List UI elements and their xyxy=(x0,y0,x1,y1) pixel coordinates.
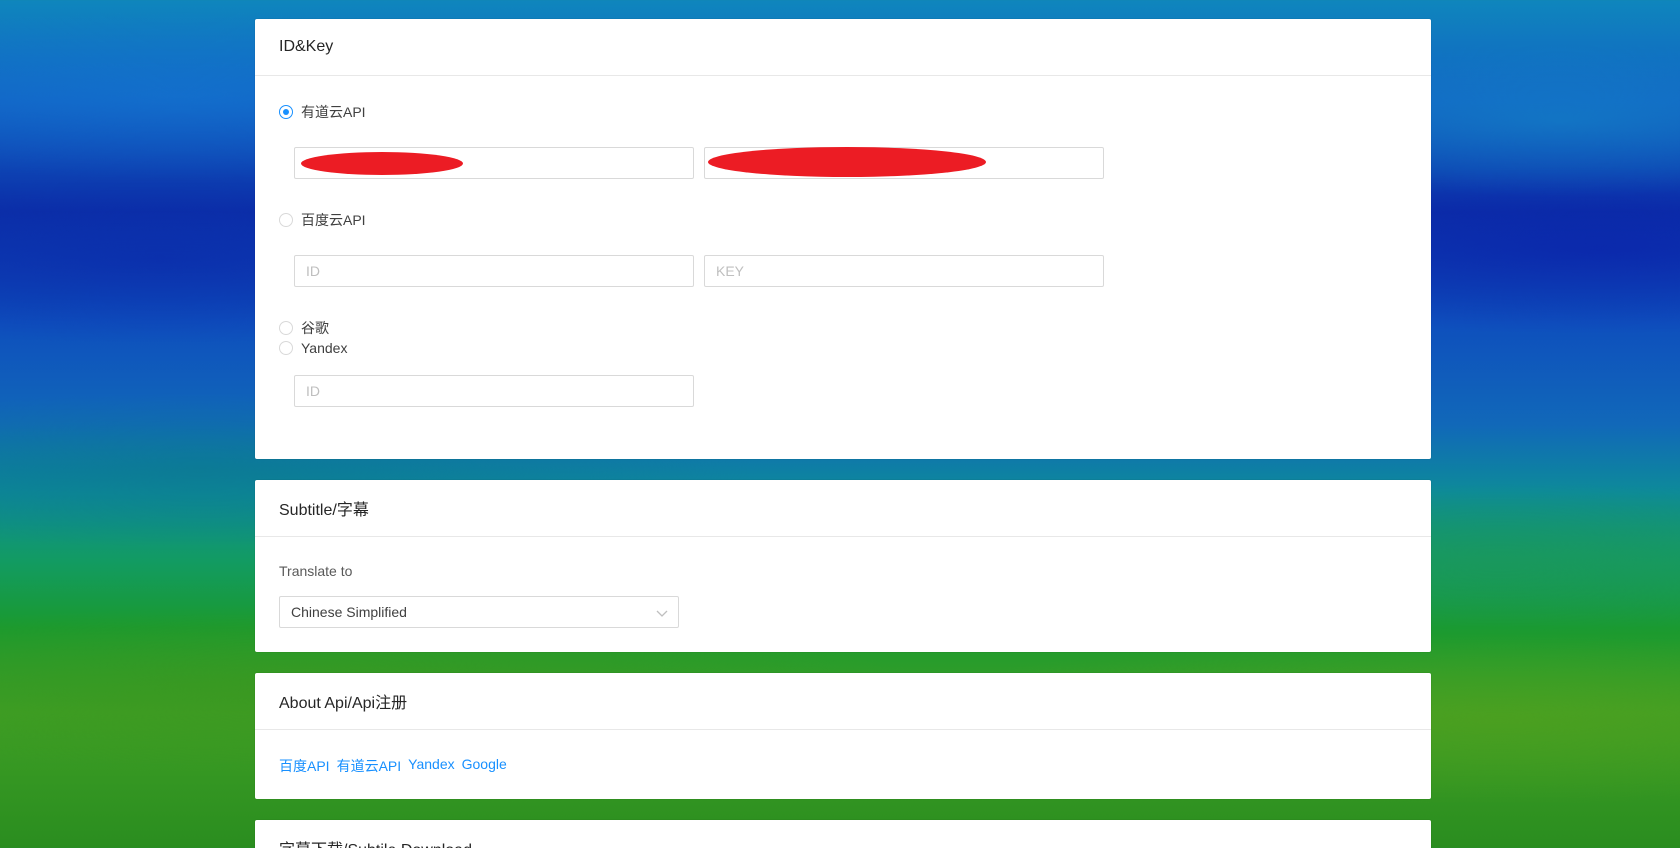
link-youdao-api[interactable]: 有道云API xyxy=(337,756,402,776)
link-baidu-api[interactable]: 百度API xyxy=(279,756,330,776)
radio-baidu[interactable]: 百度云API xyxy=(279,210,366,230)
baidu-key-input[interactable] xyxy=(704,255,1104,287)
about-api-card: About Api/Api注册 百度API 有道云API Yandex Goog… xyxy=(255,673,1431,799)
radio-baidu-label: 百度云API xyxy=(301,212,366,228)
radio-youdao-indicator[interactable] xyxy=(279,105,293,119)
about-api-card-title: About Api/Api注册 xyxy=(255,673,1431,730)
yandex-id-input[interactable] xyxy=(294,375,694,407)
radio-yandex-label: Yandex xyxy=(301,340,348,356)
idkey-card: ID&Key 有道云API 百度云API 谷歌 Yandex xyxy=(255,19,1431,459)
youdao-key-redaction xyxy=(708,147,986,177)
youdao-id-redaction xyxy=(301,152,463,175)
radio-youdao-label: 有道云API xyxy=(301,104,366,120)
translate-to-label: Translate to xyxy=(279,563,353,579)
subtitle-download-card: 字幕下载/Subtile Download xyxy=(255,820,1431,848)
chevron-down-icon xyxy=(656,606,668,622)
radio-youdao[interactable]: 有道云API xyxy=(279,102,366,122)
radio-yandex[interactable]: Yandex xyxy=(279,340,347,356)
translate-to-value: Chinese Simplified xyxy=(291,604,407,620)
radio-google[interactable]: 谷歌 xyxy=(279,318,329,338)
radio-baidu-indicator[interactable] xyxy=(279,213,293,227)
link-google[interactable]: Google xyxy=(462,756,507,776)
api-links: 百度API 有道云API Yandex Google xyxy=(279,756,507,776)
radio-google-indicator[interactable] xyxy=(279,321,293,335)
subtitle-card: Subtitle/字幕 Translate to Chinese Simplif… xyxy=(255,480,1431,652)
subtitle-card-title: Subtitle/字幕 xyxy=(255,480,1431,537)
radio-google-label: 谷歌 xyxy=(301,320,329,336)
translate-to-select[interactable]: Chinese Simplified xyxy=(279,596,679,628)
subtitle-download-card-title: 字幕下载/Subtile Download xyxy=(255,820,1431,848)
baidu-id-input[interactable] xyxy=(294,255,694,287)
radio-yandex-indicator[interactable] xyxy=(279,341,293,355)
link-yandex[interactable]: Yandex xyxy=(408,756,454,776)
idkey-card-title: ID&Key xyxy=(255,19,1431,76)
